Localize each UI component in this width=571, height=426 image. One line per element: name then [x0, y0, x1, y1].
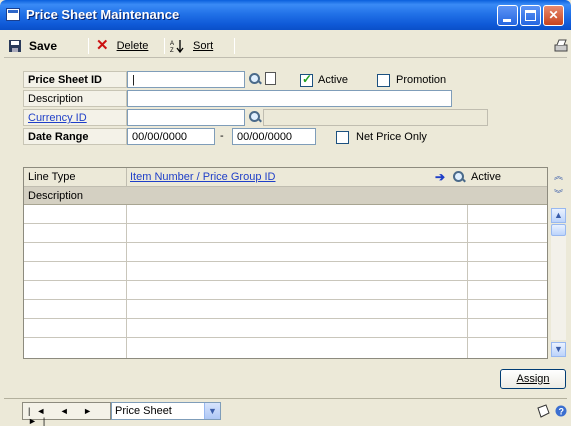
window-title: Price Sheet Maintenance — [26, 7, 180, 22]
price-sheet-maintenance-window: Price Sheet Maintenance ✕ Save ✕ Delete … — [0, 0, 571, 426]
svg-text:?: ? — [559, 407, 565, 417]
table-row[interactable] — [24, 243, 547, 262]
expand-icon[interactable]: ︾ — [551, 188, 566, 203]
view-select-value: Price Sheet — [115, 405, 172, 417]
toolbar-separator — [164, 38, 165, 54]
save-button[interactable]: Save — [8, 37, 57, 55]
delete-label: Delete — [116, 40, 149, 52]
scroll-thumb[interactable] — [551, 224, 566, 236]
column-line-type[interactable]: Line Type — [28, 171, 76, 183]
scroll-down-icon[interactable]: ▼ — [551, 342, 566, 357]
close-icon: ✕ — [548, 8, 559, 22]
sort-button[interactable]: A Z Sort — [170, 37, 213, 55]
close-button[interactable]: ✕ — [543, 5, 564, 26]
window-icon — [6, 8, 20, 21]
grid-header: Line Type Item Number / Price Group ID ➔… — [24, 168, 547, 187]
svg-text:Z: Z — [170, 48, 174, 53]
toolbar: Save ✕ Delete A Z Sort — [4, 33, 568, 58]
promotion-label: Promotion — [396, 74, 447, 86]
active-label: Active — [318, 74, 348, 86]
price-sheet-id-field[interactable]: | — [127, 71, 245, 88]
table-row[interactable] — [24, 300, 547, 319]
date-separator: - — [220, 130, 224, 142]
date-range-label: Date Range — [23, 128, 127, 145]
sort-icon: A Z — [170, 40, 184, 53]
assign-button[interactable]: Assign — [500, 369, 566, 389]
net-price-only-checkbox[interactable] — [336, 131, 349, 144]
record-navigation[interactable]: |◄ ◄ ► ►| — [22, 402, 111, 426]
table-row[interactable] — [24, 338, 547, 357]
title-bar[interactable]: Price Sheet Maintenance ✕ — [0, 0, 571, 30]
maximize-icon — [525, 10, 536, 21]
assign-label: Assign — [516, 373, 550, 385]
currency-id-field[interactable] — [127, 109, 245, 126]
toolbar-separator — [88, 38, 89, 54]
price-sheet-lines-grid: Line Type Item Number / Price Group ID ➔… — [23, 167, 566, 359]
currency-description-field — [263, 109, 488, 126]
collapse-icon[interactable]: ︽ — [551, 170, 566, 185]
table-row[interactable] — [24, 224, 547, 243]
view-select[interactable]: Price Sheet ▼ — [111, 402, 221, 420]
date-from-field[interactable]: 00/00/0000 — [127, 128, 215, 145]
price-sheet-id-label: Price Sheet ID — [23, 71, 127, 88]
lookup-icon[interactable] — [452, 170, 466, 184]
toolbar-separator — [234, 38, 235, 54]
table-row[interactable] — [24, 319, 547, 338]
scroll-track[interactable] — [551, 226, 566, 340]
description-field[interactable] — [127, 90, 452, 107]
minimize-button[interactable] — [497, 5, 518, 26]
grid-scrollbar[interactable]: ︽ ︾ ▲ ▼ — [549, 168, 568, 360]
dropdown-icon[interactable]: ▼ — [204, 403, 220, 419]
description-label: Description — [23, 90, 127, 107]
date-to-field[interactable]: 00/00/0000 — [232, 128, 316, 145]
lookup-icon[interactable] — [248, 72, 262, 86]
column-divider — [126, 205, 127, 358]
delete-icon: ✕ — [96, 37, 109, 54]
table-row[interactable] — [24, 281, 547, 300]
column-description[interactable]: Description — [28, 190, 83, 202]
column-active[interactable]: Active — [471, 171, 501, 183]
status-bar: |◄ ◄ ► ►| Price Sheet ▼ ? — [4, 398, 567, 426]
note-icon[interactable] — [536, 404, 550, 418]
arrow-right-icon[interactable]: ➔ — [435, 170, 445, 184]
active-checkbox[interactable] — [300, 72, 313, 87]
promotion-checkbox[interactable] — [377, 74, 390, 87]
sort-label: Sort — [193, 40, 214, 52]
grid-header-secondary: Description — [24, 187, 547, 205]
delete-button[interactable]: ✕ Delete — [96, 37, 148, 55]
minimize-icon — [503, 19, 511, 22]
table-row[interactable] — [24, 262, 547, 281]
net-price-only-label: Net Price Only — [356, 131, 427, 143]
new-page-icon[interactable] — [265, 72, 276, 85]
table-row[interactable] — [24, 205, 547, 224]
print-icon[interactable] — [554, 39, 568, 53]
column-divider — [126, 168, 127, 187]
svg-text:A: A — [170, 41, 174, 47]
lookup-icon[interactable] — [248, 110, 262, 124]
currency-id-link[interactable]: Currency ID — [23, 109, 127, 126]
save-icon — [9, 40, 21, 52]
maximize-button[interactable] — [520, 5, 541, 26]
help-icon[interactable]: ? — [555, 404, 567, 418]
column-item-number-link[interactable]: Item Number / Price Group ID — [130, 171, 276, 183]
column-divider — [467, 205, 468, 358]
save-label: Save — [29, 39, 58, 53]
scroll-up-icon[interactable]: ▲ — [551, 208, 566, 223]
